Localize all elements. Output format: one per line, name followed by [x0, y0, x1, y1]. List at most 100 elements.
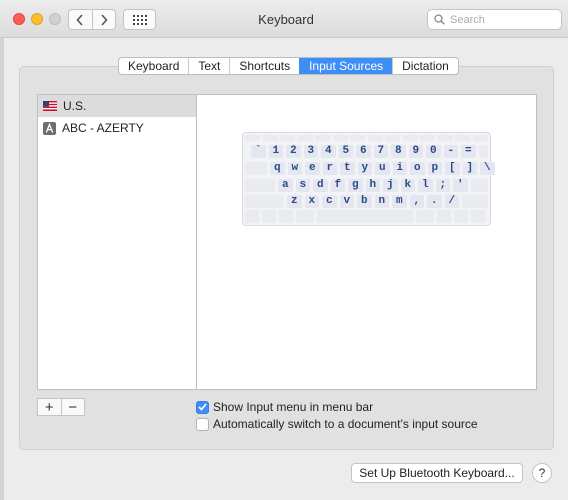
- key-blank: [297, 135, 313, 141]
- key: i: [392, 162, 407, 175]
- tab-shortcuts[interactable]: Shortcuts: [229, 58, 299, 74]
- key: t: [340, 162, 355, 175]
- key: x: [304, 195, 319, 208]
- key: p: [427, 162, 442, 175]
- source-label: U.S.: [63, 99, 87, 113]
- key-blank: [416, 210, 434, 223]
- key: h: [365, 179, 380, 192]
- key: b: [357, 195, 372, 208]
- zoom-button[interactable]: [49, 13, 61, 25]
- us-flag-icon: [43, 101, 57, 111]
- auto-switch-option[interactable]: Automatically switch to a document’s inp…: [196, 417, 478, 431]
- key: `: [251, 145, 266, 158]
- grid-icon: [132, 14, 147, 25]
- key-blank: [367, 135, 383, 141]
- letter-a-icon: [43, 121, 56, 135]
- search-placeholder: Search: [450, 13, 485, 26]
- key-blank: [315, 135, 330, 141]
- key: ]: [462, 162, 477, 175]
- tab-bar: Keyboard Text Shortcuts Input Sources Di…: [118, 57, 459, 75]
- key: 8: [391, 145, 406, 158]
- tab-input-sources[interactable]: Input Sources: [299, 58, 393, 74]
- key: 0: [426, 145, 441, 158]
- search-icon: [434, 14, 445, 25]
- source-label: ABC - AZERTY: [62, 121, 144, 135]
- key: .: [427, 195, 442, 208]
- key: ': [453, 179, 468, 192]
- key-blank: [402, 135, 418, 141]
- forward-button[interactable]: [91, 10, 116, 29]
- key-blank: [245, 162, 267, 175]
- show-input-menu-option[interactable]: Show Input menu in menu bar: [196, 400, 373, 414]
- search-field[interactable]: Search: [427, 9, 562, 30]
- key: 4: [321, 145, 336, 158]
- key: o: [410, 162, 425, 175]
- chevron-left-icon: [76, 13, 83, 26]
- key: 1: [268, 145, 283, 158]
- source-item-abc-azerty[interactable]: ABC - AZERTY: [38, 117, 196, 139]
- key: 5: [338, 145, 353, 158]
- chevron-right-icon: [101, 13, 108, 26]
- key: k: [400, 179, 415, 192]
- help-button[interactable]: ?: [532, 463, 552, 483]
- auto-switch-checkbox[interactable]: [196, 417, 209, 431]
- key: -: [443, 145, 458, 158]
- key: =: [461, 145, 476, 158]
- key: e: [305, 162, 320, 175]
- key: ;: [435, 179, 450, 192]
- setup-bluetooth-keyboard-button[interactable]: Set Up Bluetooth Keyboard...: [351, 463, 523, 483]
- auto-switch-label: Automatically switch to a document’s inp…: [213, 417, 478, 431]
- key-blank: [455, 135, 470, 141]
- minimize-button[interactable]: [31, 13, 43, 25]
- close-button[interactable]: [13, 13, 25, 25]
- key: \: [480, 162, 495, 175]
- tab-dictation[interactable]: Dictation: [392, 58, 458, 74]
- key: [: [445, 162, 460, 175]
- preferences-window: Keyboard Search Keyboard Text Shortcuts …: [0, 0, 568, 500]
- key: 9: [408, 145, 423, 158]
- source-item-us[interactable]: U.S.: [38, 95, 196, 117]
- key-blank: [245, 135, 260, 141]
- input-sources-list[interactable]: U.S. ABC - AZERTY: [37, 94, 197, 390]
- remove-source-button[interactable]: −: [60, 399, 85, 415]
- show-input-menu-checkbox[interactable]: [196, 400, 209, 414]
- key-blank: [454, 210, 468, 223]
- navigation-buttons: [68, 9, 116, 30]
- key-blank: [471, 210, 485, 223]
- key: m: [392, 195, 407, 208]
- keyboard-layout-preview: ` 1 2 3 4 5 6 7 8 9 0- = q w e r t y u i o p[] \ a s d f g h j k l; ' z x c…: [242, 132, 495, 226]
- key-blank: [332, 135, 348, 141]
- tab-text[interactable]: Text: [188, 58, 229, 74]
- key-blank: [245, 179, 275, 192]
- key-blank: [296, 210, 314, 223]
- key-blank: [245, 210, 259, 223]
- key: ,: [409, 195, 424, 208]
- key: 7: [373, 145, 388, 158]
- key: 3: [303, 145, 318, 158]
- title-bar: Keyboard Search: [0, 0, 568, 38]
- key: c: [322, 195, 337, 208]
- key: z: [287, 195, 302, 208]
- show-all-button[interactable]: [123, 9, 156, 30]
- add-source-button[interactable]: +: [38, 399, 61, 415]
- key: 6: [356, 145, 371, 158]
- key: j: [383, 179, 398, 192]
- key: v: [339, 195, 354, 208]
- key: 2: [286, 145, 301, 158]
- key: n: [374, 195, 389, 208]
- key: w: [287, 162, 302, 175]
- key-blank: [262, 135, 278, 141]
- background-window-edge: [0, 38, 4, 500]
- checkmark-icon: [198, 403, 207, 411]
- tab-keyboard[interactable]: Keyboard: [119, 58, 188, 74]
- key: q: [270, 162, 285, 175]
- key: a: [278, 179, 293, 192]
- key-blank: [437, 210, 451, 223]
- key-blank: [478, 145, 488, 158]
- key-blank: [470, 179, 488, 192]
- key: r: [322, 162, 337, 175]
- key: y: [357, 162, 372, 175]
- show-input-menu-label: Show Input menu in menu bar: [213, 400, 374, 414]
- key-blank: [279, 210, 293, 223]
- back-button[interactable]: [69, 10, 92, 29]
